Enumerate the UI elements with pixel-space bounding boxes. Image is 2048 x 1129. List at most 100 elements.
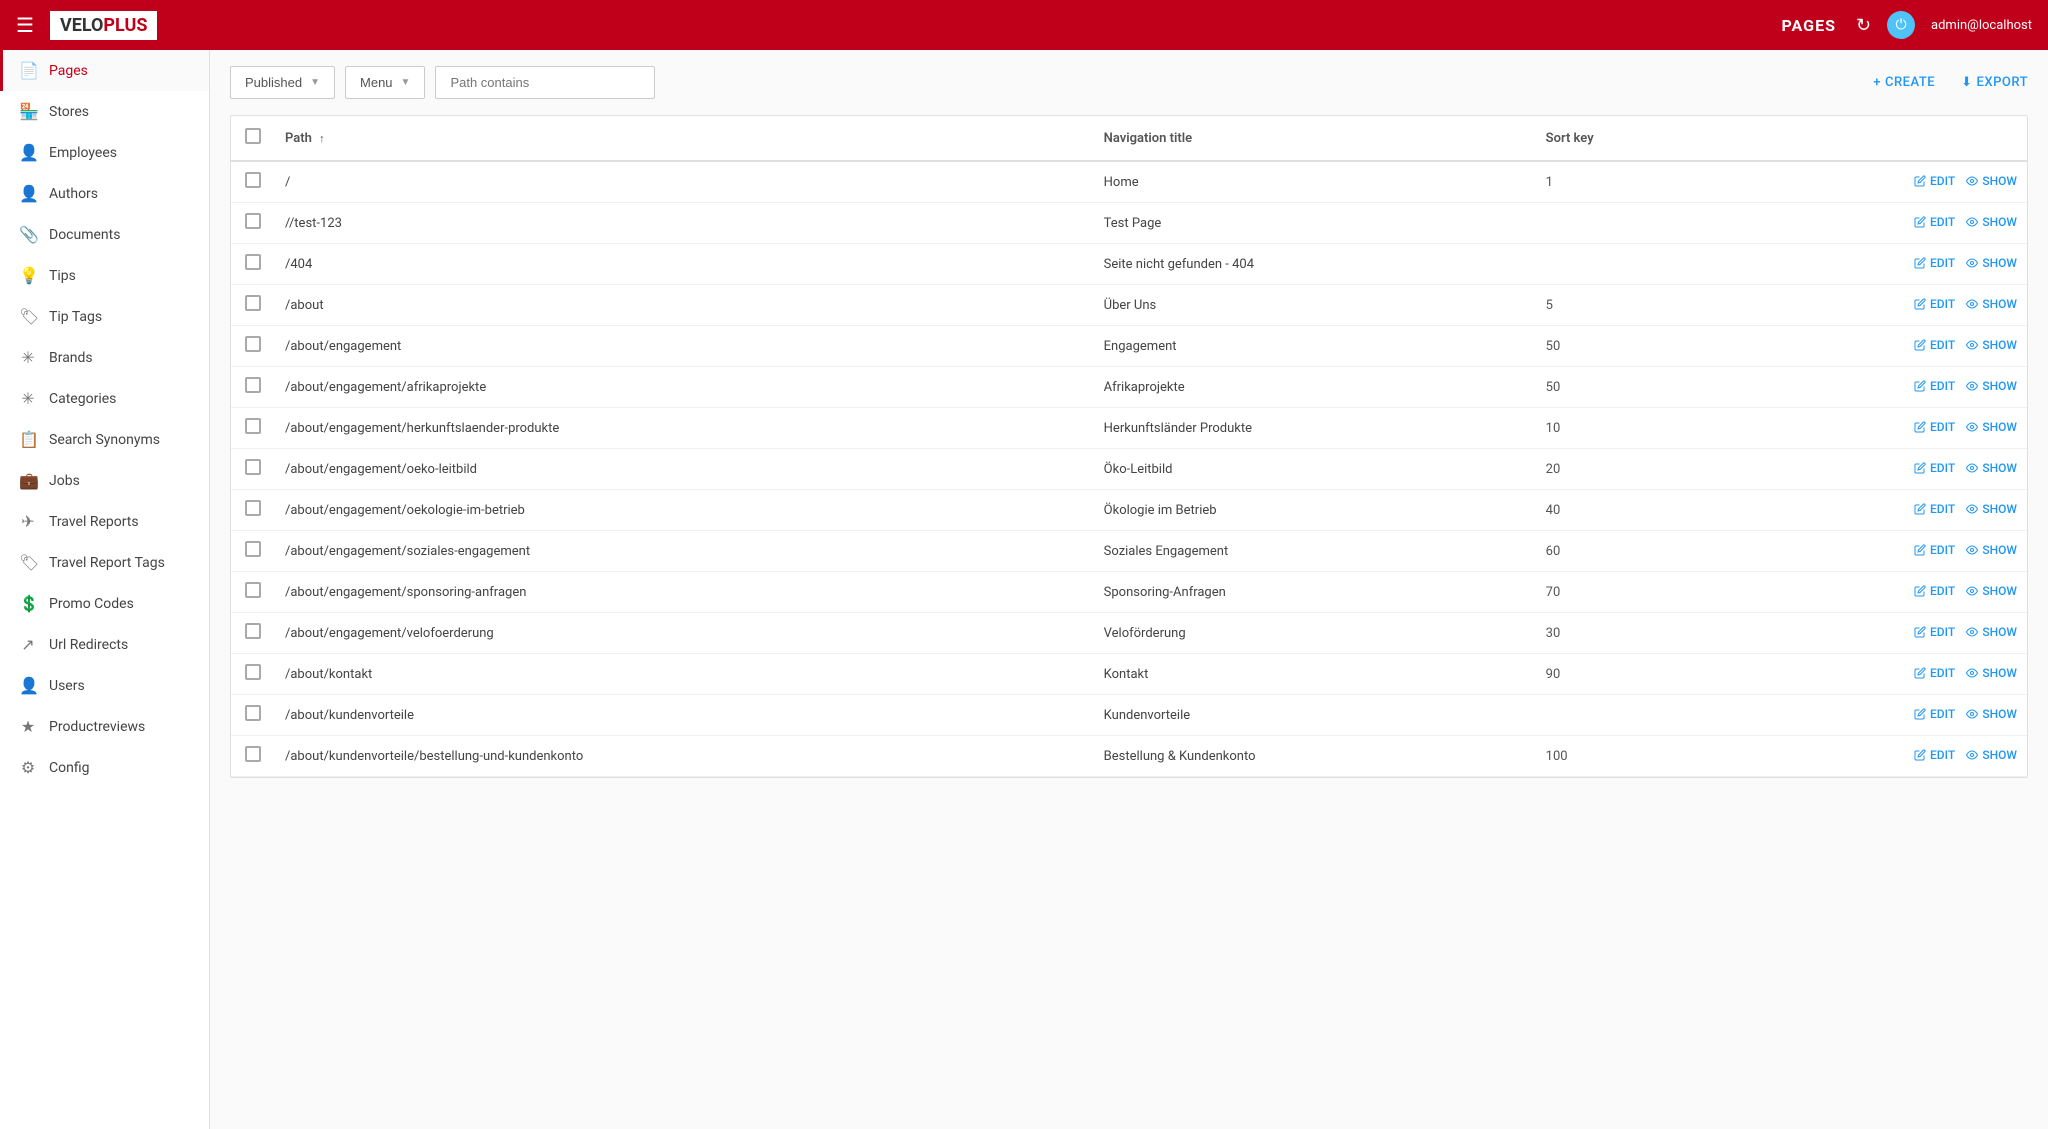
sidebar-item-documents[interactable]: 📎 Documents: [0, 214, 209, 255]
sidebar-item-stores[interactable]: 🏪 Stores: [0, 91, 209, 132]
sidebar-item-brands[interactable]: ✳ Brands: [0, 337, 209, 378]
show-button[interactable]: SHOW: [1966, 297, 2017, 311]
topbar-right: ↻ ⏻ admin@localhost: [1856, 11, 2032, 39]
table-row: /about/kundenvorteile Kundenvorteile EDI…: [231, 695, 2027, 736]
show-button[interactable]: SHOW: [1966, 502, 2017, 516]
edit-button[interactable]: EDIT: [1914, 666, 1955, 680]
hamburger-icon[interactable]: ☰: [16, 13, 34, 37]
sidebar-label-users: Users: [49, 678, 85, 694]
create-button[interactable]: + CREATE: [1873, 75, 1935, 90]
sidebar-label-brands: Brands: [49, 350, 93, 366]
show-button[interactable]: SHOW: [1966, 543, 2017, 557]
edit-button[interactable]: EDIT: [1914, 584, 1955, 598]
row-checkbox-cell[interactable]: [231, 654, 275, 695]
row-checkbox-cell[interactable]: [231, 531, 275, 572]
row-checkbox-cell[interactable]: [231, 572, 275, 613]
download-icon: ⬇: [1961, 75, 1972, 90]
edit-button[interactable]: EDIT: [1914, 338, 1955, 352]
sidebar-item-travel-reports[interactable]: ✈ Travel Reports: [0, 501, 209, 542]
row-checkbox-cell[interactable]: [231, 326, 275, 367]
menu-filter-button[interactable]: Menu ▼: [345, 66, 425, 99]
row-checkbox[interactable]: [245, 541, 261, 557]
row-checkbox-cell[interactable]: [231, 161, 275, 203]
sidebar-item-config[interactable]: ⚙ Config: [0, 747, 209, 788]
sidebar-item-employees[interactable]: 👤 Employees: [0, 132, 209, 173]
select-all-checkbox[interactable]: [245, 128, 261, 144]
row-checkbox[interactable]: [245, 500, 261, 516]
row-checkbox[interactable]: [245, 623, 261, 639]
sidebar-item-travel-report-tags[interactable]: 🏷 Travel Report Tags: [0, 542, 209, 583]
edit-button[interactable]: EDIT: [1914, 420, 1955, 434]
edit-button[interactable]: EDIT: [1914, 625, 1955, 639]
show-button[interactable]: SHOW: [1966, 215, 2017, 229]
show-button[interactable]: SHOW: [1966, 666, 2017, 680]
edit-button[interactable]: EDIT: [1914, 461, 1955, 475]
show-button[interactable]: SHOW: [1966, 379, 2017, 393]
show-button[interactable]: SHOW: [1966, 256, 2017, 270]
show-button[interactable]: SHOW: [1966, 625, 2017, 639]
select-all-checkbox-cell[interactable]: [231, 116, 275, 161]
row-checkbox[interactable]: [245, 418, 261, 434]
published-filter-button[interactable]: Published ▼: [230, 66, 335, 99]
edit-button[interactable]: EDIT: [1914, 707, 1955, 721]
show-button[interactable]: SHOW: [1966, 420, 2017, 434]
edit-button[interactable]: EDIT: [1914, 256, 1955, 270]
row-checkbox-cell[interactable]: [231, 408, 275, 449]
row-checkbox-cell[interactable]: [231, 736, 275, 777]
row-nav-title: Kontakt: [1094, 654, 1536, 695]
path-header[interactable]: Path ↑: [275, 116, 1094, 161]
row-checkbox-cell[interactable]: [231, 203, 275, 244]
row-checkbox[interactable]: [245, 295, 261, 311]
edit-button[interactable]: EDIT: [1914, 215, 1955, 229]
sidebar-item-authors[interactable]: 👤 Authors: [0, 173, 209, 214]
sidebar-item-tips[interactable]: 💡 Tips: [0, 255, 209, 296]
navigation-title-header[interactable]: Navigation title: [1094, 116, 1536, 161]
row-checkbox[interactable]: [245, 213, 261, 229]
row-checkbox-cell[interactable]: [231, 244, 275, 285]
sidebar-item-jobs[interactable]: 💼 Jobs: [0, 460, 209, 501]
edit-button[interactable]: EDIT: [1914, 543, 1955, 557]
show-button[interactable]: SHOW: [1966, 748, 2017, 762]
sidebar-item-productreviews[interactable]: ★ Productreviews: [0, 706, 209, 747]
export-button[interactable]: ⬇ EXPORT: [1961, 75, 2028, 90]
row-checkbox-cell[interactable]: [231, 285, 275, 326]
row-checkbox-cell[interactable]: [231, 613, 275, 654]
edit-button[interactable]: EDIT: [1914, 297, 1955, 311]
row-checkbox[interactable]: [245, 172, 261, 188]
row-checkbox[interactable]: [245, 254, 261, 270]
power-icon[interactable]: ⏻: [1887, 11, 1915, 39]
sidebar-item-url-redirects[interactable]: ↗ Url Redirects: [0, 624, 209, 665]
row-checkbox[interactable]: [245, 582, 261, 598]
row-checkbox-cell[interactable]: [231, 367, 275, 408]
row-checkbox-cell[interactable]: [231, 695, 275, 736]
row-checkbox-cell[interactable]: [231, 449, 275, 490]
show-button[interactable]: SHOW: [1966, 584, 2017, 598]
show-button[interactable]: SHOW: [1966, 338, 2017, 352]
row-sort-key: 50: [1536, 367, 1711, 408]
row-checkbox[interactable]: [245, 377, 261, 393]
edit-button[interactable]: EDIT: [1914, 502, 1955, 516]
sort-key-header[interactable]: Sort key: [1536, 116, 1711, 161]
row-actions: EDIT SHOW: [1711, 695, 2027, 736]
edit-button[interactable]: EDIT: [1914, 174, 1955, 188]
sidebar-item-tip-tags[interactable]: 🏷 Tip Tags: [0, 296, 209, 337]
edit-button[interactable]: EDIT: [1914, 379, 1955, 393]
show-button[interactable]: SHOW: [1966, 461, 2017, 475]
row-checkbox[interactable]: [245, 336, 261, 352]
show-button[interactable]: SHOW: [1966, 174, 2017, 188]
row-checkbox[interactable]: [245, 746, 261, 762]
refresh-icon[interactable]: ↻: [1856, 15, 1871, 36]
row-checkbox-cell[interactable]: [231, 490, 275, 531]
path-contains-input[interactable]: [435, 66, 655, 99]
show-button[interactable]: SHOW: [1966, 707, 2017, 721]
sidebar-item-pages[interactable]: 📄 Pages: [0, 50, 209, 91]
row-checkbox[interactable]: [245, 459, 261, 475]
sidebar-item-search-synonyms[interactable]: 📋 Search Synonyms: [0, 419, 209, 460]
sidebar-item-categories[interactable]: ✳ Categories: [0, 378, 209, 419]
edit-button[interactable]: EDIT: [1914, 748, 1955, 762]
row-checkbox[interactable]: [245, 664, 261, 680]
sidebar-item-users[interactable]: 👤 Users: [0, 665, 209, 706]
sidebar-item-promo-codes[interactable]: 💲 Promo Codes: [0, 583, 209, 624]
row-sort-key: 40: [1536, 490, 1711, 531]
row-checkbox[interactable]: [245, 705, 261, 721]
